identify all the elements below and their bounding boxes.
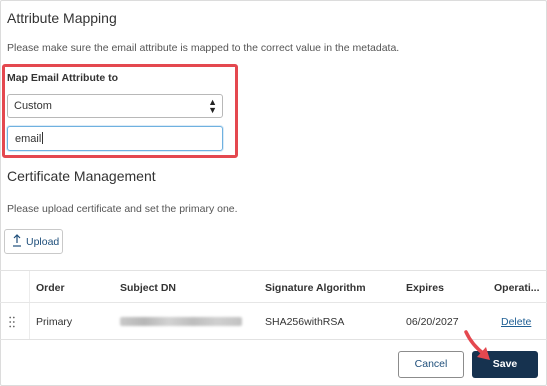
- attribute-mapping-title: Attribute Mapping: [7, 10, 117, 26]
- map-email-label: Map Email Attribute to: [7, 72, 119, 84]
- cell-signature-algorithm: SHA256withRSA: [265, 316, 345, 328]
- cell-subject-dn-redacted: [120, 317, 242, 326]
- select-arrows-icon: ▲ ▼: [208, 97, 217, 115]
- header-signature-algorithm[interactable]: Signature Algorithm: [265, 282, 366, 294]
- certificate-management-description: Please upload certificate and set the pr…: [7, 203, 238, 215]
- delete-link[interactable]: Delete: [501, 316, 531, 328]
- select-value: Custom: [14, 100, 52, 112]
- email-attribute-select[interactable]: Custom ▲ ▼: [7, 94, 223, 118]
- table-top-border: [0, 270, 547, 271]
- upload-button[interactable]: Upload: [4, 229, 63, 254]
- attribute-mapping-description: Please make sure the email attribute is …: [7, 42, 400, 54]
- header-order[interactable]: Order: [36, 282, 65, 294]
- email-attribute-input[interactable]: email: [7, 126, 223, 151]
- cell-expires: 06/20/2027: [406, 316, 459, 328]
- annotation-arrow: [464, 330, 490, 360]
- certificate-management-title: Certificate Management: [7, 168, 156, 184]
- input-value: email: [15, 132, 44, 145]
- cancel-button[interactable]: Cancel: [398, 351, 464, 378]
- drag-handle-icon[interactable]: [9, 316, 15, 328]
- header-subject-dn[interactable]: Subject DN: [120, 282, 176, 294]
- header-operations[interactable]: Operati...: [494, 282, 540, 294]
- table-header-divider: [0, 302, 547, 303]
- upload-icon: [13, 234, 21, 247]
- upload-label: Upload: [26, 236, 60, 248]
- cell-order: Primary: [36, 316, 73, 328]
- drag-column-divider: [29, 271, 30, 339]
- header-expires[interactable]: Expires: [406, 282, 444, 294]
